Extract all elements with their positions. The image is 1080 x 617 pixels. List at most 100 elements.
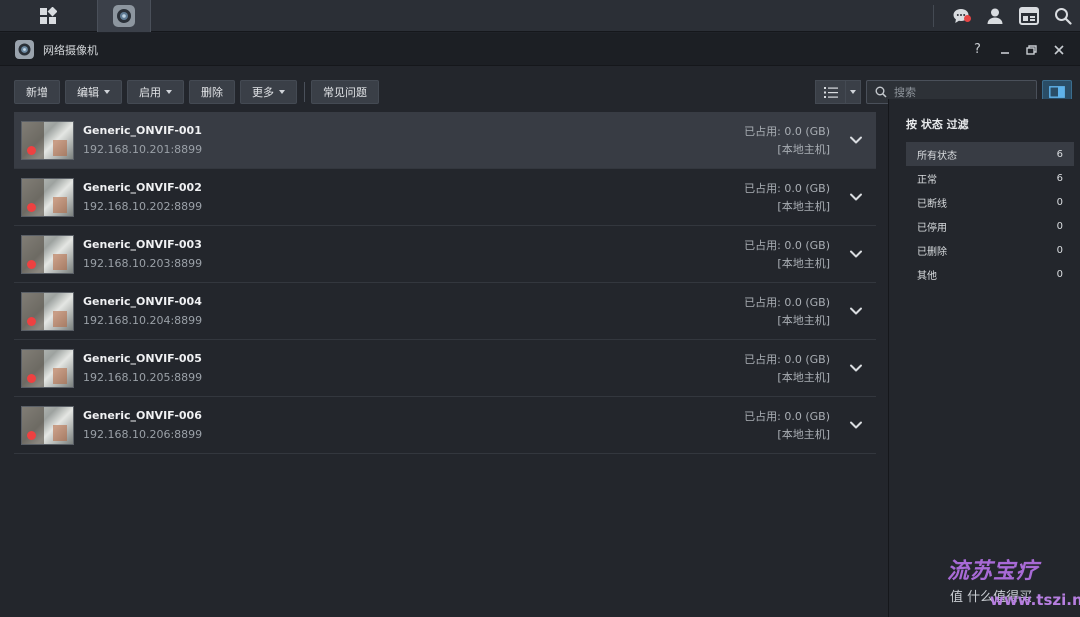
- caret-down-icon: [166, 90, 172, 94]
- camera-row[interactable]: Generic_ONVIF-002 192.168.10.202:8899 已占…: [14, 169, 876, 226]
- window-title: 网络摄像机: [43, 44, 98, 57]
- main-menu-button[interactable]: [0, 0, 95, 32]
- view-mode-control: [815, 80, 861, 104]
- camera-ip: 192.168.10.202:8899: [83, 200, 203, 213]
- edit-dropdown-button[interactable]: 编辑: [65, 80, 122, 104]
- chevron-down-icon[interactable]: [848, 132, 864, 148]
- camera-host: [本地主机]: [777, 200, 830, 213]
- watermark-logo-text: 流苏宝疗: [947, 558, 1040, 584]
- camera-row[interactable]: Generic_ONVIF-001 192.168.10.201:8899 已占…: [14, 112, 876, 169]
- storage-usage: 已占用: 0.0 (GB): [744, 125, 830, 138]
- camera-host: [本地主机]: [777, 314, 830, 327]
- camera-ip: 192.168.10.204:8899: [83, 314, 203, 327]
- storage-usage: 已占用: 0.0 (GB): [744, 182, 830, 195]
- filter-item-label: 其他: [917, 270, 937, 282]
- camera-thumbnail[interactable]: [21, 406, 74, 445]
- delete-button[interactable]: 删除: [189, 80, 235, 104]
- filter-item[interactable]: 已删除 0: [906, 238, 1074, 262]
- add-button[interactable]: 新增: [14, 80, 60, 104]
- camera-name: Generic_ONVIF-001: [83, 124, 202, 137]
- toolbar: 新增 编辑 启用 删除 更多 常见问题: [14, 80, 384, 104]
- app-logo-icon: [15, 40, 34, 59]
- list-icon: [823, 86, 838, 98]
- widgets-button[interactable]: [1012, 0, 1046, 32]
- filter-title: 按 状态 过滤: [906, 118, 969, 131]
- chevron-down-icon[interactable]: [848, 360, 864, 376]
- camera-thumbnail[interactable]: [21, 121, 74, 160]
- taskbar-app-surveillance[interactable]: [97, 0, 151, 32]
- filter-item[interactable]: 所有状态 6: [906, 142, 1074, 166]
- filter-item-count: 6: [1056, 148, 1063, 160]
- chevron-down-icon[interactable]: [848, 303, 864, 319]
- user-icon: [987, 8, 1003, 24]
- camera-row[interactable]: Generic_ONVIF-005 192.168.10.205:8899 已占…: [14, 340, 876, 397]
- recording-status-dot: [27, 146, 36, 155]
- filter-item-count: 0: [1056, 220, 1063, 232]
- camera-name: Generic_ONVIF-003: [83, 238, 202, 251]
- camera-row[interactable]: Generic_ONVIF-004 192.168.10.204:8899 已占…: [14, 283, 876, 340]
- filter-item-count: 0: [1056, 196, 1063, 208]
- camera-app-icon: [113, 5, 135, 27]
- status-filter-panel: 按 状态 过滤 所有状态 6 正常 6 已断线 0 已停用 0 已删除 0 其他 0: [888, 99, 1080, 617]
- caret-down-icon: [279, 90, 285, 94]
- window-titlebar[interactable]: 网络摄像机 ?: [0, 33, 1080, 66]
- notification-button[interactable]: [944, 0, 978, 32]
- camera-name: Generic_ONVIF-004: [83, 295, 202, 308]
- recording-status-dot: [27, 374, 36, 383]
- caret-down-icon: [104, 90, 110, 94]
- filter-item[interactable]: 已断线 0: [906, 190, 1074, 214]
- camera-host: [本地主机]: [777, 428, 830, 441]
- filter-item[interactable]: 其他 0: [906, 262, 1074, 286]
- toolbar-separator: [304, 82, 305, 102]
- camera-row[interactable]: Generic_ONVIF-006 192.168.10.206:8899 已占…: [14, 397, 876, 454]
- taskbar: [0, 0, 1080, 32]
- taskbar-separator: [933, 5, 934, 27]
- widget-icon: [1019, 7, 1039, 25]
- watermark-url: www.tszi.net: [990, 591, 1080, 609]
- camera-host: [本地主机]: [777, 257, 830, 270]
- filter-item[interactable]: 正常 6: [906, 166, 1074, 190]
- help-button[interactable]: ?: [964, 33, 991, 66]
- search-icon: [1055, 8, 1072, 25]
- close-button[interactable]: [1045, 33, 1072, 66]
- camera-name: Generic_ONVIF-005: [83, 352, 202, 365]
- global-search-button[interactable]: [1046, 0, 1080, 32]
- camera-thumbnail[interactable]: [21, 235, 74, 274]
- enable-dropdown-button[interactable]: 启用: [127, 80, 184, 104]
- grid-icon: [39, 7, 57, 24]
- chevron-down-icon[interactable]: [848, 189, 864, 205]
- camera-thumbnail[interactable]: [21, 178, 74, 217]
- camera-row[interactable]: Generic_ONVIF-003 192.168.10.203:8899 已占…: [14, 226, 876, 283]
- storage-usage: 已占用: 0.0 (GB): [744, 410, 830, 423]
- close-icon: [1053, 44, 1064, 55]
- camera-list: Generic_ONVIF-001 192.168.10.201:8899 已占…: [14, 112, 876, 454]
- chevron-down-icon[interactable]: [848, 417, 864, 433]
- view-mode-dropdown[interactable]: [846, 80, 861, 104]
- faq-button[interactable]: 常见问题: [311, 80, 379, 104]
- caret-down-icon: [850, 90, 856, 94]
- camera-host: [本地主机]: [777, 143, 830, 156]
- filter-item-label: 已删除: [917, 246, 947, 258]
- filter-list: 所有状态 6 正常 6 已断线 0 已停用 0 已删除 0 其他 0: [906, 142, 1074, 286]
- minimize-button[interactable]: [991, 33, 1018, 66]
- list-view-button[interactable]: [815, 80, 846, 104]
- more-dropdown-button[interactable]: 更多: [240, 80, 297, 104]
- restore-button[interactable]: [1018, 33, 1045, 66]
- chevron-down-icon[interactable]: [848, 246, 864, 262]
- camera-ip: 192.168.10.203:8899: [83, 257, 203, 270]
- recording-status-dot: [27, 203, 36, 212]
- filter-item[interactable]: 已停用 0: [906, 214, 1074, 238]
- minimize-icon: [1000, 51, 1009, 54]
- search-input[interactable]: [894, 85, 1024, 99]
- user-button[interactable]: [978, 0, 1012, 32]
- camera-ip: 192.168.10.206:8899: [83, 428, 203, 441]
- notification-badge: [964, 15, 971, 22]
- camera-thumbnail[interactable]: [21, 349, 74, 388]
- filter-item-label: 正常: [917, 174, 937, 186]
- recording-status-dot: [27, 431, 36, 440]
- storage-usage: 已占用: 0.0 (GB): [744, 239, 830, 252]
- storage-usage: 已占用: 0.0 (GB): [744, 296, 830, 309]
- filter-item-label: 已停用: [917, 222, 947, 234]
- camera-thumbnail[interactable]: [21, 292, 74, 331]
- search-icon: [875, 86, 887, 98]
